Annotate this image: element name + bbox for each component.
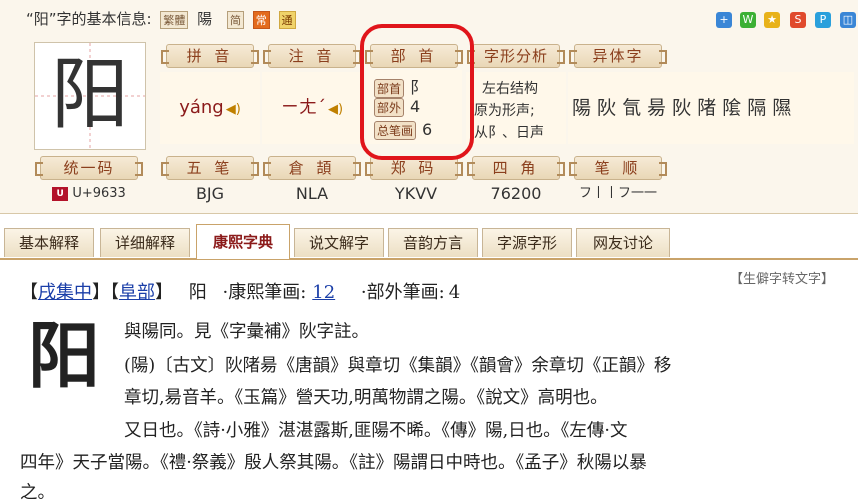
speaker-icon[interactable]: ◀) [226,102,241,117]
sijiao-value: 76200 [490,184,542,203]
pinyin-cell: yáng ◀) [160,72,260,144]
unicode-value: U+9633 [72,186,126,201]
tab-discussion[interactable]: 网友讨论 [576,228,670,257]
kangxi-line: 四年》天子當陽。《禮·祭義》殷人祭其陽。《註》陽謂日中時也。《孟子》秋陽以暴 [20,453,647,473]
traditional-badge[interactable]: 繁體 [160,10,189,29]
sijiao-header: 四 角 [467,156,565,180]
wubi-value: BJG [195,184,225,203]
more-share-icon[interactable]: ◫ [840,12,856,28]
collection-link[interactable]: 戌集中 [38,282,92,303]
convert-link[interactable]: 【生僻字转文字】 [730,268,834,287]
bracket: 【 [20,282,38,303]
kangxi-line: (陽)〔古文〕阦陼昜《唐韻》與章切《集韻》《韻會》余章切《正韻》移 [124,356,672,376]
tab-etymology[interactable]: 字源字形 [482,228,572,257]
unicode-cell: U U+9633 [34,182,144,206]
wechat-icon[interactable]: W [740,12,756,28]
zhuyin-header: 注 音 [263,44,361,68]
share-plus-icon[interactable]: + [716,12,732,28]
title-text: “阳”字的基本信息: [26,10,152,28]
tab-shuowen[interactable]: 说文解字 [294,228,384,257]
bracket: 】【 [92,282,119,303]
speaker-icon[interactable]: ◀) [328,102,343,117]
big-char-box: 阳 [34,42,146,150]
weibo-icon[interactable]: S [790,12,806,28]
unicode-logo-icon: U [52,186,69,201]
outer-strokes-value: 4 [448,282,461,303]
outer-strokes-label: ·部外筆画: [360,282,445,303]
tab-kangxi[interactable]: 康熙字典 [196,224,290,259]
tab-bar: 基本解释 详细解释 康熙字典 说文解字 音韵方言 字源字形 网友讨论 [0,224,858,260]
tab-basic[interactable]: 基本解释 [4,228,94,257]
bishun-header: 笔 顺 [569,156,667,180]
pinyin-value: yáng [179,97,224,118]
kangxi-char: 阳 [188,282,207,303]
char-info-title: “阳”字的基本信息: 繁體 陽 简 常 通 [26,8,296,29]
radical-link[interactable]: 阜部 [119,282,155,303]
qq-icon[interactable]: P [815,12,831,28]
tong-badge: 通 [278,10,296,29]
tab-phonology[interactable]: 音韵方言 [388,228,478,257]
bishun-value: フ丨丨フ一一 [578,186,657,201]
pinyin-header: 拼 音 [161,44,259,68]
kangxi-line: 之。 [20,483,55,503]
cangjie-header: 倉 頡 [263,156,361,180]
structure-line3: 从阝、日声 [474,125,544,141]
kangxi-line: 又日也。《詩·小雅》湛湛露斯,匪陽不晞。《傳》陽,日也。《左傳·文 [124,421,628,441]
variants-header: 异体字 [569,44,667,68]
cangjie-value: NLA [295,184,329,203]
highlight-circle [360,24,474,160]
big-character: 阳 [50,50,129,140]
strokes-link[interactable]: 12 [312,282,335,303]
variants-cell: 陽 阦 氜 昜 阦 陼 隂 隔 隰 [568,72,854,144]
kangxi-heading: 【戌集中】【阜部】 阳 ·康熙筆画: 12 ·部外筆画: 4 [20,278,460,304]
zhengma-value: YKVV [394,184,438,203]
zhuyin-cell: ㄧㄤˊ ◀) [262,72,362,144]
qzone-icon[interactable]: ★ [764,12,780,28]
wubi-header: 五 笔 [161,156,259,180]
kangxi-line: 章切,昜音羊。《玉篇》營天功,明萬物謂之陽。《說文》高明也。 [124,388,608,408]
traditional-char[interactable]: 陽 [197,10,212,28]
tab-detail[interactable]: 详细解释 [100,228,190,257]
kangxi-line: 與陽同。見《字彙補》阦字註。 [124,322,369,342]
structure-line1: 左右结构 [482,81,538,97]
bracket: 】 [155,282,173,303]
zhuyin-value: ㄧㄤˊ [280,97,326,118]
strokes-label: ·康熙筆画: [222,282,307,303]
structure-line2: 原为形声; [474,103,535,119]
structure-header: 字形分析 [467,44,565,68]
unicode-header: 统一码 [35,156,143,180]
kangxi-content: 【生僻字转文字】 【戌集中】【阜部】 阳 ·康熙筆画: 12 ·部外筆画: 4 阳 … [0,262,858,503]
common-badge: 常 [252,10,270,29]
structure-cell: 左右结构 原为形声; 从阝、日声 [466,72,566,144]
char-info-panel: “阳”字的基本信息: 繁體 陽 简 常 通 + W ★ S P ◫ 阳 拼 音 … [0,0,858,214]
variants-value[interactable]: 陽 阦 氜 昜 阦 陼 隂 隔 隰 [572,97,791,119]
kangxi-big-char: 阳 [28,313,101,398]
simple-badge: 简 [226,10,244,29]
